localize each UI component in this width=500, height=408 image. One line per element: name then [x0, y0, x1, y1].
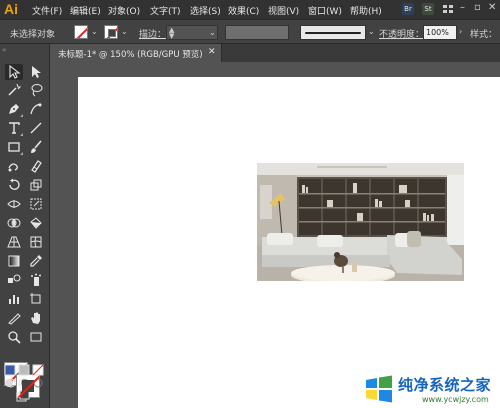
watermark-title: 纯净系统之家: [398, 376, 492, 394]
stroke-dropdown-chevron-icon[interactable]: ⌄: [121, 27, 128, 36]
direct-selection-tool-icon[interactable]: [27, 64, 45, 80]
panel-collapse-icon[interactable]: «: [2, 46, 48, 60]
eyedropper-tool-icon[interactable]: [27, 253, 45, 269]
stepper-arrows-icon[interactable]: ▲ ▼: [169, 27, 174, 40]
mesh-tool-icon[interactable]: [27, 234, 45, 250]
opacity-input[interactable]: 100%: [423, 25, 457, 40]
app-logo: Ai: [4, 1, 18, 17]
brush-definition-field[interactable]: [300, 25, 366, 40]
minimize-button[interactable]: –: [460, 2, 465, 13]
rotate-tool-icon[interactable]: [5, 177, 23, 193]
document-tab[interactable]: 未标题-1* @ 150% (RGB/GPU 预览) ✕: [50, 44, 222, 62]
fill-dropdown-chevron-icon[interactable]: ⌄: [91, 27, 98, 36]
tools-panel: «: [0, 44, 50, 408]
workspace-grid-icon[interactable]: [442, 3, 454, 15]
type-tool-icon[interactable]: [5, 120, 23, 136]
shape-builder-tool-icon[interactable]: [5, 215, 23, 231]
tab-strip: [222, 44, 500, 62]
menu-edit[interactable]: 编辑(E): [70, 4, 101, 17]
symbol-sprayer-tool-icon[interactable]: [27, 272, 45, 288]
fill-color-swatch[interactable]: [74, 25, 88, 39]
magic-wand-tool-icon[interactable]: [5, 82, 23, 98]
close-document-icon[interactable]: ✕: [208, 47, 216, 57]
menu-select[interactable]: 选择(S): [190, 4, 221, 17]
blend-tool-icon[interactable]: [5, 272, 23, 288]
placed-living-room-image[interactable]: [257, 163, 464, 281]
stroke-color-swatch[interactable]: [104, 25, 118, 39]
stroke-weight-label[interactable]: 描边：: [139, 27, 166, 40]
print-tiling-tool-icon[interactable]: [27, 329, 45, 345]
menu-effect[interactable]: 效果(C): [228, 4, 259, 17]
menu-object[interactable]: 对象(O): [108, 4, 140, 17]
stroke-weight-chevron-icon[interactable]: ⌄: [209, 28, 216, 37]
width-tool-icon[interactable]: [5, 196, 23, 212]
selection-tool-icon[interactable]: [5, 64, 23, 80]
variable-width-profile-field[interactable]: [225, 25, 289, 40]
watermark-url: www.ycwjzy.com: [422, 395, 489, 404]
curvature-tool-icon[interactable]: [27, 101, 45, 117]
selection-status-label: 未选择对象: [10, 30, 56, 40]
close-window-button[interactable]: ✕: [488, 2, 496, 13]
eraser-tool-icon[interactable]: [27, 158, 45, 174]
live-paint-bucket-tool-icon[interactable]: [27, 215, 45, 231]
none-mode-icon[interactable]: [31, 364, 45, 376]
free-transform-tool-icon[interactable]: [27, 196, 45, 212]
menu-view[interactable]: 视图(V): [268, 4, 299, 17]
column-graph-tool-icon[interactable]: [5, 291, 23, 307]
menu-bar: Ai 文件(F) 编辑(E) 对象(O) 文字(T) 选择(S) 效果(C) 视…: [0, 0, 500, 19]
stock-icon[interactable]: St: [422, 3, 434, 15]
artboard-tool-icon[interactable]: [27, 291, 45, 307]
maximize-button[interactable]: ▫: [474, 2, 481, 13]
windows-logo-icon: [366, 375, 392, 403]
color-mode-icon[interactable]: [3, 364, 17, 376]
gradient-tool-icon[interactable]: [5, 253, 23, 269]
hand-tool-icon[interactable]: [27, 310, 45, 326]
stroke-weight-field[interactable]: ▲ ▼ ⌄: [166, 25, 218, 40]
menu-window[interactable]: 窗口(W): [308, 4, 342, 17]
control-bar: 未选择对象 ⌄ ⌄ 描边： ▲ ▼ ⌄ ⌄ 不透明度： 100% › 样式：: [0, 19, 500, 44]
line-segment-tool-icon[interactable]: [27, 120, 45, 136]
watermark: 纯净系统之家 www.ycwjzy.com: [362, 370, 500, 408]
menu-help[interactable]: 帮助(H): [350, 4, 382, 17]
perspective-grid-tool-icon[interactable]: [5, 234, 23, 250]
menu-type[interactable]: 文字(T): [150, 4, 181, 17]
pen-tool-icon[interactable]: [5, 101, 23, 117]
rectangle-tool-icon[interactable]: [5, 139, 23, 155]
brush-chevron-icon[interactable]: ⌄: [368, 27, 375, 36]
opacity-chevron-icon[interactable]: ›: [459, 27, 462, 36]
menu-file[interactable]: 文件(F): [32, 4, 62, 17]
graphic-style-label: 样式：: [470, 30, 498, 40]
shaper-tool-icon[interactable]: [5, 158, 23, 174]
zoom-tool-icon[interactable]: [5, 329, 23, 345]
gradient-mode-icon[interactable]: [17, 364, 31, 376]
bridge-icon[interactable]: Br: [402, 3, 414, 15]
document-tab-title: 未标题-1* @ 150% (RGB/GPU 预览): [58, 50, 203, 60]
draw-normal-icon[interactable]: [3, 377, 17, 389]
lasso-tool-icon[interactable]: [27, 82, 45, 98]
scale-tool-icon[interactable]: [27, 177, 45, 193]
paintbrush-tool-icon[interactable]: [27, 139, 45, 155]
opacity-label[interactable]: 不透明度：: [379, 27, 424, 40]
slice-tool-icon[interactable]: [5, 310, 23, 326]
